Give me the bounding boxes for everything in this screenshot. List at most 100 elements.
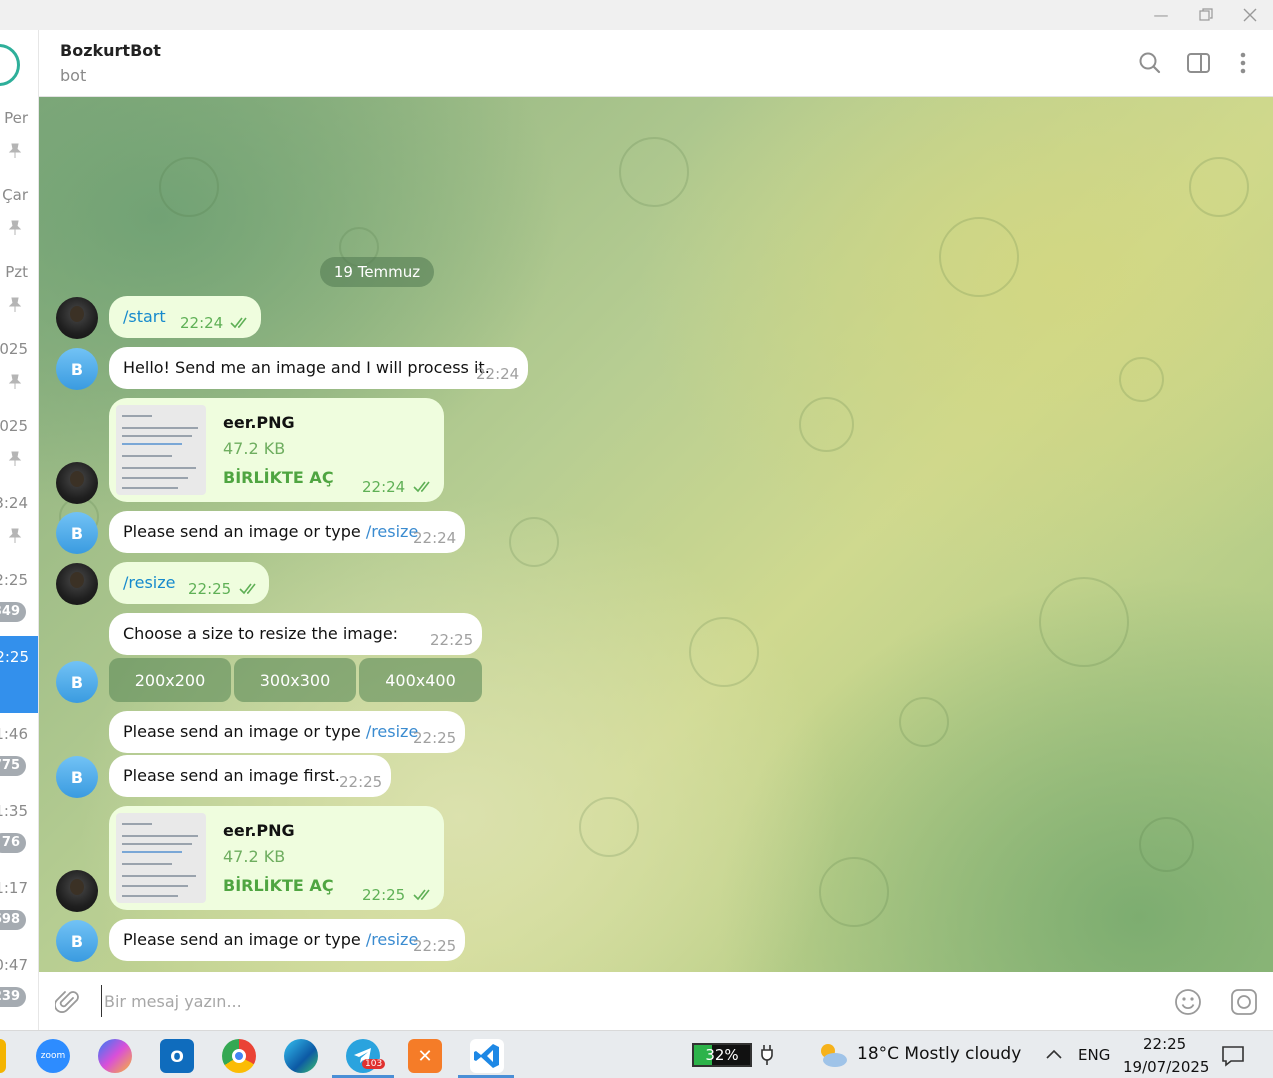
message-bubble-incoming[interactable]: Hello! Send me an image and I will proce… <box>109 347 528 389</box>
file-message-bubble[interactable]: eer.PNG 47.2 KB BİRLİKTE AÇ 22:25 <box>109 806 444 910</box>
file-message-bubble[interactable]: eer.PNG 47.2 KB BİRLİKTE AÇ 22:24 <box>109 398 444 502</box>
folder-icon[interactable] <box>0 1039 6 1073</box>
size-400-button[interactable]: 400x400 <box>359 658 482 702</box>
message-time: 22:24 <box>180 314 224 332</box>
message-bubble-incoming[interactable]: Please send an image or type /resize 22:… <box>109 919 465 961</box>
pin-icon <box>8 374 22 389</box>
chat-header[interactable]: BozkurtBot bot <box>39 30 1273 97</box>
size-200-button[interactable]: 200x200 <box>109 658 231 702</box>
language-indicator[interactable]: ENG <box>1078 1046 1110 1064</box>
user-avatar[interactable] <box>56 563 98 605</box>
chat-subtitle: bot <box>60 66 87 85</box>
open-with-button[interactable]: BİRLİKTE AÇ <box>223 468 334 487</box>
user-avatar[interactable] <box>56 462 98 504</box>
zoom-icon[interactable]: zoom <box>36 1039 70 1073</box>
chat-list-time: 3:24 <box>0 494 28 512</box>
message-text[interactable]: /resize <box>123 573 175 592</box>
camera-icon[interactable] <box>1229 987 1259 1017</box>
message-time: 22:25 <box>339 773 383 791</box>
message-text[interactable]: /start <box>123 307 166 326</box>
xampp-icon[interactable]: ✕ <box>408 1039 442 1073</box>
file-thumbnail[interactable] <box>116 405 206 495</box>
chat-list-time: 1:17 <box>0 879 28 897</box>
close-icon[interactable] <box>1228 0 1272 30</box>
chat-list-time: 025 <box>0 417 28 435</box>
chat-list-time: 025 <box>0 340 28 358</box>
unread-badge: 349 <box>0 602 26 622</box>
chat-list-time: Per <box>4 109 28 127</box>
edge-icon[interactable] <box>284 1039 318 1073</box>
attach-icon[interactable] <box>55 989 81 1015</box>
chat-list-sidebar: Per Çar Pzt 025 025 3:24 2:25 349 2:25 1… <box>0 30 39 1030</box>
search-icon[interactable] <box>1137 49 1163 77</box>
bot-avatar[interactable]: B <box>56 661 98 703</box>
clock-date[interactable]: 19/07/2025 <box>1123 1058 1209 1076</box>
bot-avatar[interactable]: B <box>56 512 98 554</box>
telegram-icon[interactable]: 103 <box>346 1039 386 1073</box>
pin-icon <box>8 528 22 543</box>
chat-list-time: 2:25 <box>0 648 29 666</box>
battery-indicator[interactable]: 32% <box>692 1043 752 1067</box>
vscode-icon[interactable] <box>470 1039 504 1073</box>
message-time: 22:25 <box>188 580 232 598</box>
file-thumbnail[interactable] <box>116 813 206 903</box>
restore-icon[interactable] <box>1184 0 1228 30</box>
weather-text[interactable]: 18°C Mostly cloudy <box>857 1044 1021 1064</box>
clock-time[interactable]: 22:25 <box>1143 1035 1186 1053</box>
message-time: 22:25 <box>413 937 457 955</box>
bot-avatar[interactable]: B <box>56 756 98 798</box>
file-size: 47.2 KB <box>223 439 286 458</box>
window-title-bar: — <box>0 0 1273 30</box>
weather-cloudy-icon[interactable] <box>815 1041 849 1069</box>
user-avatar[interactable] <box>56 870 98 912</box>
command-link[interactable]: /resize <box>366 930 418 949</box>
battery-percent: 32% <box>705 1046 739 1064</box>
minimize-icon[interactable]: — <box>1139 0 1183 30</box>
file-name: eer.PNG <box>223 413 295 432</box>
size-300-button[interactable]: 300x300 <box>234 658 356 702</box>
chrome-icon[interactable] <box>222 1039 256 1073</box>
message-text: Please send an image or type /resize <box>123 722 419 741</box>
open-with-button[interactable]: BİRLİKTE AÇ <box>223 876 334 895</box>
unread-badge: 76 <box>0 833 26 853</box>
message-time: 22:25 <box>413 729 457 747</box>
message-input[interactable] <box>101 985 1101 1017</box>
message-bubble-outgoing[interactable]: /start 22:24 <box>109 296 261 338</box>
chat-list-time: 2:25 <box>0 571 28 589</box>
message-bubble-incoming[interactable]: Please send an image or type /resize 22:… <box>109 711 465 753</box>
date-separator: 19 Temmuz <box>320 257 434 287</box>
profile-avatar[interactable] <box>0 44 20 86</box>
notification-icon[interactable] <box>1221 1045 1245 1067</box>
message-time: 22:24 <box>362 478 406 496</box>
chat-list-time: Çar <box>2 186 28 204</box>
read-receipt-icon <box>239 583 256 595</box>
file-name: eer.PNG <box>223 821 295 840</box>
chevron-up-icon[interactable] <box>1045 1048 1063 1060</box>
emoji-icon[interactable] <box>1173 987 1203 1017</box>
message-bubble-outgoing[interactable]: /resize 22:25 <box>109 562 269 604</box>
telegram-badge: 103 <box>362 1059 386 1069</box>
outlook-icon[interactable]: O <box>160 1039 194 1073</box>
message-bubble-incoming[interactable]: Please send an image first. 22:25 <box>109 755 391 797</box>
read-receipt-icon <box>413 481 430 493</box>
message-text: Please send an image or type /resize <box>123 930 419 949</box>
message-bubble-incoming[interactable]: Choose a size to resize the image: 22:25 <box>109 613 482 655</box>
more-options-icon[interactable] <box>1230 49 1256 77</box>
pin-icon <box>8 143 22 158</box>
sidebar-item-active[interactable]: 2:25 <box>0 636 38 713</box>
message-text: Please send an image first. <box>123 766 340 785</box>
message-time: 22:24 <box>476 365 520 383</box>
message-bubble-incoming[interactable]: Please send an image or type /resize 22:… <box>109 511 465 553</box>
command-link[interactable]: /resize <box>366 522 418 541</box>
message-time: 22:24 <box>413 529 457 547</box>
copilot-icon[interactable] <box>98 1039 132 1073</box>
user-avatar[interactable] <box>56 297 98 339</box>
chat-list-time: 1:35 <box>0 802 28 820</box>
command-link[interactable]: /resize <box>366 722 418 741</box>
bot-avatar[interactable]: B <box>56 348 98 390</box>
charging-plug-icon <box>760 1045 774 1065</box>
pin-icon <box>8 451 22 466</box>
sidebar-toggle-icon[interactable] <box>1186 49 1212 77</box>
bot-avatar[interactable]: B <box>56 920 98 962</box>
message-text: Choose a size to resize the image: <box>123 624 399 643</box>
